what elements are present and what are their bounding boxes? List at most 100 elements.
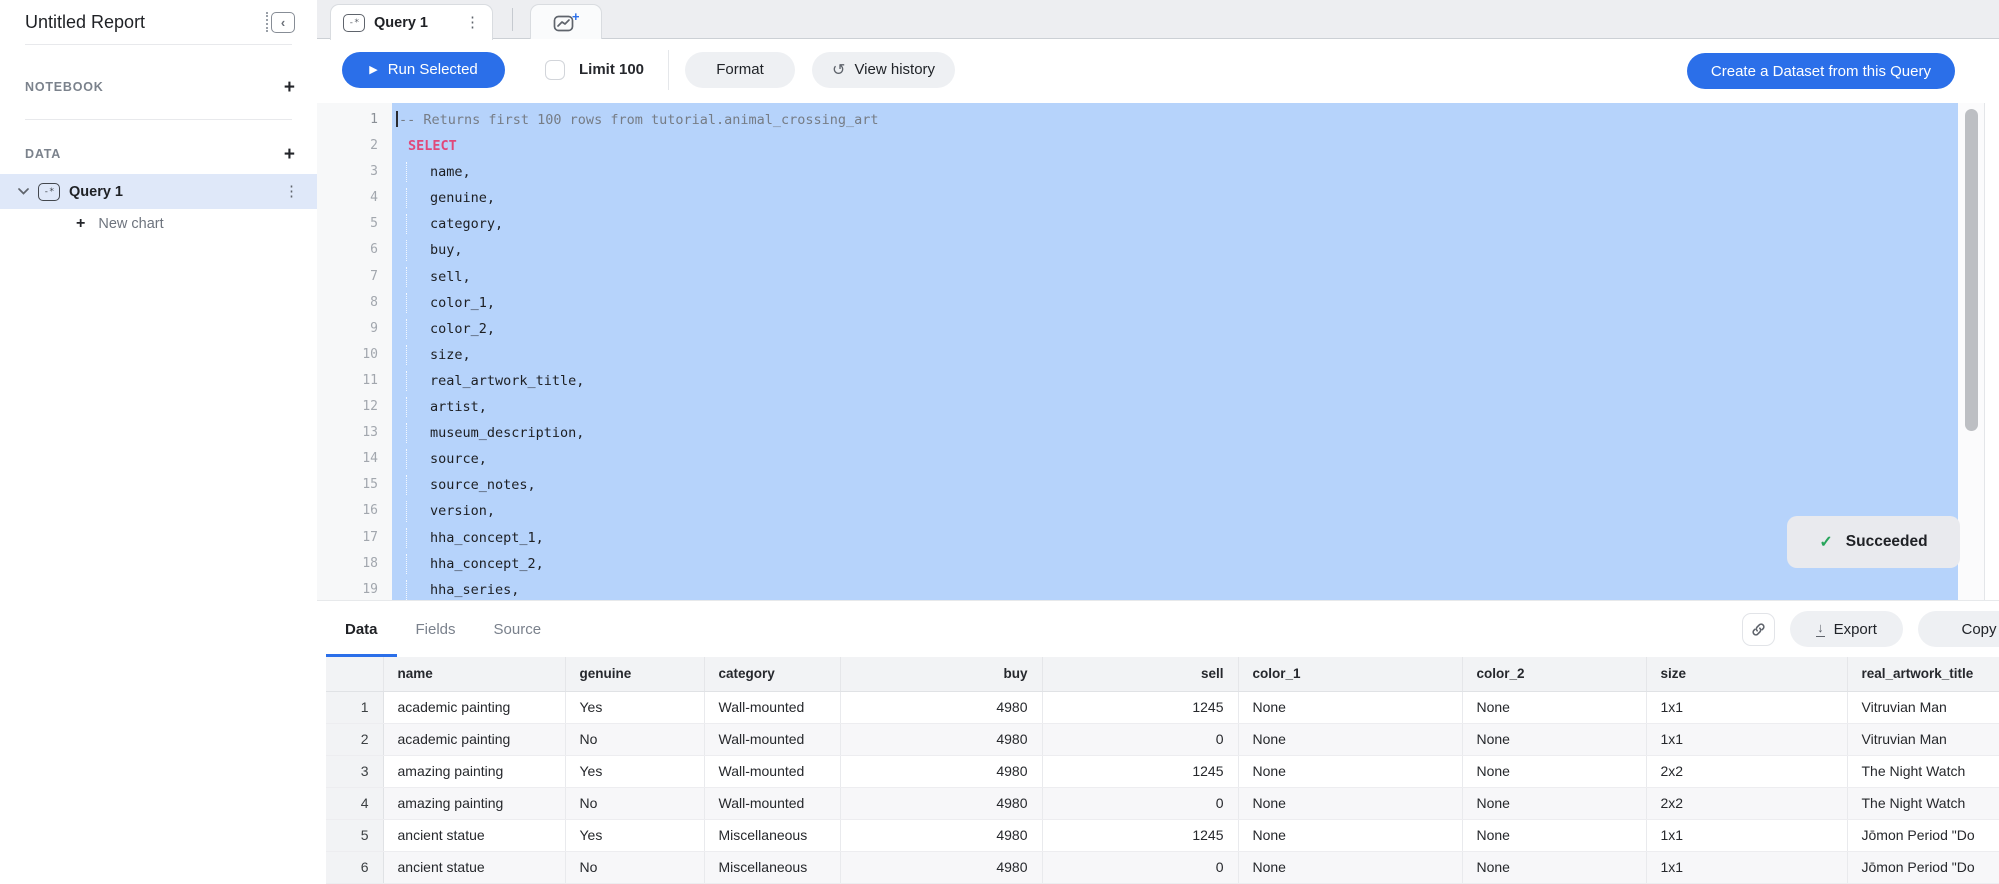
format-button[interactable]: Format [685,52,795,88]
code-line[interactable]: source_notes, [392,472,1958,498]
code-line[interactable]: name, [392,159,1958,185]
sidebar-item-query-1[interactable]: -* Query 1 ⋮ [0,174,317,209]
table-cell[interactable]: Wall-mounted [704,691,840,723]
table-cell[interactable]: None [1238,723,1462,755]
table-row[interactable]: 3amazing paintingYesWall-mounted49801245… [326,755,1999,787]
table-cell[interactable]: 1245 [1042,755,1238,787]
results-tab-source[interactable]: Source [475,601,561,657]
code-line[interactable]: hha_series, [392,577,1958,603]
table-cell[interactable]: The Night Watch [1847,755,1999,787]
table-cell[interactable]: None [1462,819,1646,851]
table-row[interactable]: 6ancient statueNoMiscellaneous49800NoneN… [326,851,1999,883]
code-line[interactable]: artist, [392,394,1958,420]
table-cell[interactable]: 1245 [1042,819,1238,851]
chevron-down-icon[interactable] [18,188,29,195]
add-notebook-cell-button[interactable]: + [284,78,295,97]
table-cell[interactable]: 1245 [1042,691,1238,723]
table-cell[interactable]: None [1238,851,1462,883]
editor-scrollbar-thumb[interactable] [1965,109,1978,431]
code-line[interactable]: SELECT [392,133,1958,159]
table-cell[interactable]: Yes [565,755,704,787]
table-cell[interactable]: Yes [565,819,704,851]
tab-add-chart[interactable]: + [530,4,602,40]
add-data-button[interactable]: + [284,145,295,164]
row-number-cell[interactable]: 6 [326,851,383,883]
table-cell[interactable]: None [1462,723,1646,755]
results-tab-data[interactable]: Data [326,601,397,657]
table-cell[interactable]: The Night Watch [1847,787,1999,819]
code-line[interactable]: category, [392,211,1958,237]
column-header-size[interactable]: size [1646,657,1847,691]
column-header-genuine[interactable]: genuine [565,657,704,691]
row-number-cell[interactable]: 2 [326,723,383,755]
query-menu-kebab-icon[interactable]: ⋮ [284,184,299,199]
column-header-buy[interactable]: buy [840,657,1042,691]
row-number-cell[interactable]: 5 [326,819,383,851]
results-tab-fields[interactable]: Fields [397,601,475,657]
limit-100-control[interactable]: Limit 100 [545,60,644,80]
row-number-cell[interactable]: 1 [326,691,383,723]
table-cell[interactable]: Jōmon Period "Do [1847,851,1999,883]
run-selected-button[interactable]: ▶ Run Selected [342,52,505,88]
table-cell[interactable]: 4980 [840,691,1042,723]
table-cell[interactable]: Wall-mounted [704,755,840,787]
column-header-sell[interactable]: sell [1042,657,1238,691]
table-cell[interactable]: None [1238,787,1462,819]
column-header-rownum[interactable] [326,657,383,691]
editor-scrollbar-track[interactable] [1958,103,1985,600]
table-row[interactable]: 5ancient statueYesMiscellaneous49801245N… [326,819,1999,851]
table-cell[interactable]: 4980 [840,723,1042,755]
code-line[interactable]: sell, [392,264,1958,290]
table-cell[interactable]: Miscellaneous [704,819,840,851]
table-cell[interactable]: Vitruvian Man [1847,691,1999,723]
table-cell[interactable]: None [1462,787,1646,819]
table-cell[interactable]: None [1238,819,1462,851]
table-cell[interactable]: None [1238,755,1462,787]
table-row[interactable]: 4amazing paintingNoWall-mounted49800None… [326,787,1999,819]
table-cell[interactable]: 2x2 [1646,787,1847,819]
table-cell[interactable]: amazing painting [383,787,565,819]
table-cell[interactable]: No [565,851,704,883]
table-cell[interactable]: ancient statue [383,819,565,851]
table-cell[interactable]: academic painting [383,691,565,723]
copy-button[interactable]: Copy [1918,611,1999,647]
results-table[interactable]: namegenuinecategorybuysellcolor_1color_2… [326,657,1999,884]
table-cell[interactable]: 1x1 [1646,723,1847,755]
table-cell[interactable]: None [1462,755,1646,787]
table-cell[interactable]: No [565,723,704,755]
table-cell[interactable]: Jōmon Period "Do [1847,819,1999,851]
column-header-name[interactable]: name [383,657,565,691]
code-line[interactable]: -- Returns first 100 rows from tutorial.… [392,107,1958,133]
table-cell[interactable]: 4980 [840,787,1042,819]
table-cell[interactable]: None [1462,691,1646,723]
copy-link-button[interactable] [1742,613,1775,646]
sql-editor[interactable]: 12345678910111213141516171819 -- Returns… [317,100,1999,600]
export-button[interactable]: ↓ Export [1790,611,1903,647]
code-line[interactable]: color_2, [392,316,1958,342]
create-dataset-button[interactable]: Create a Dataset from this Query [1687,53,1955,89]
table-cell[interactable]: 1x1 [1646,851,1847,883]
table-cell[interactable]: Yes [565,691,704,723]
table-cell[interactable]: 0 [1042,787,1238,819]
table-cell[interactable]: None [1462,851,1646,883]
code-area[interactable]: -- Returns first 100 rows from tutorial.… [392,103,1958,600]
code-line[interactable]: hha_concept_2, [392,551,1958,577]
table-cell[interactable]: Wall-mounted [704,787,840,819]
column-header-color_1[interactable]: color_1 [1238,657,1462,691]
view-history-button[interactable]: ↺ View history [812,52,955,88]
code-line[interactable]: version, [392,498,1958,524]
report-title[interactable]: Untitled Report [25,12,145,33]
table-cell[interactable]: ancient statue [383,851,565,883]
code-line[interactable]: size, [392,342,1958,368]
table-cell[interactable]: amazing painting [383,755,565,787]
code-line[interactable]: museum_description, [392,420,1958,446]
column-header-real_artwork_title[interactable]: real_artwork_title [1847,657,1999,691]
table-cell[interactable]: Vitruvian Man [1847,723,1999,755]
code-line[interactable]: buy, [392,237,1958,263]
table-cell[interactable]: Miscellaneous [704,851,840,883]
limit-100-checkbox[interactable] [545,60,565,80]
table-cell[interactable]: 1x1 [1646,691,1847,723]
code-line[interactable]: color_1, [392,290,1958,316]
table-cell[interactable]: 2x2 [1646,755,1847,787]
table-cell[interactable]: None [1238,691,1462,723]
